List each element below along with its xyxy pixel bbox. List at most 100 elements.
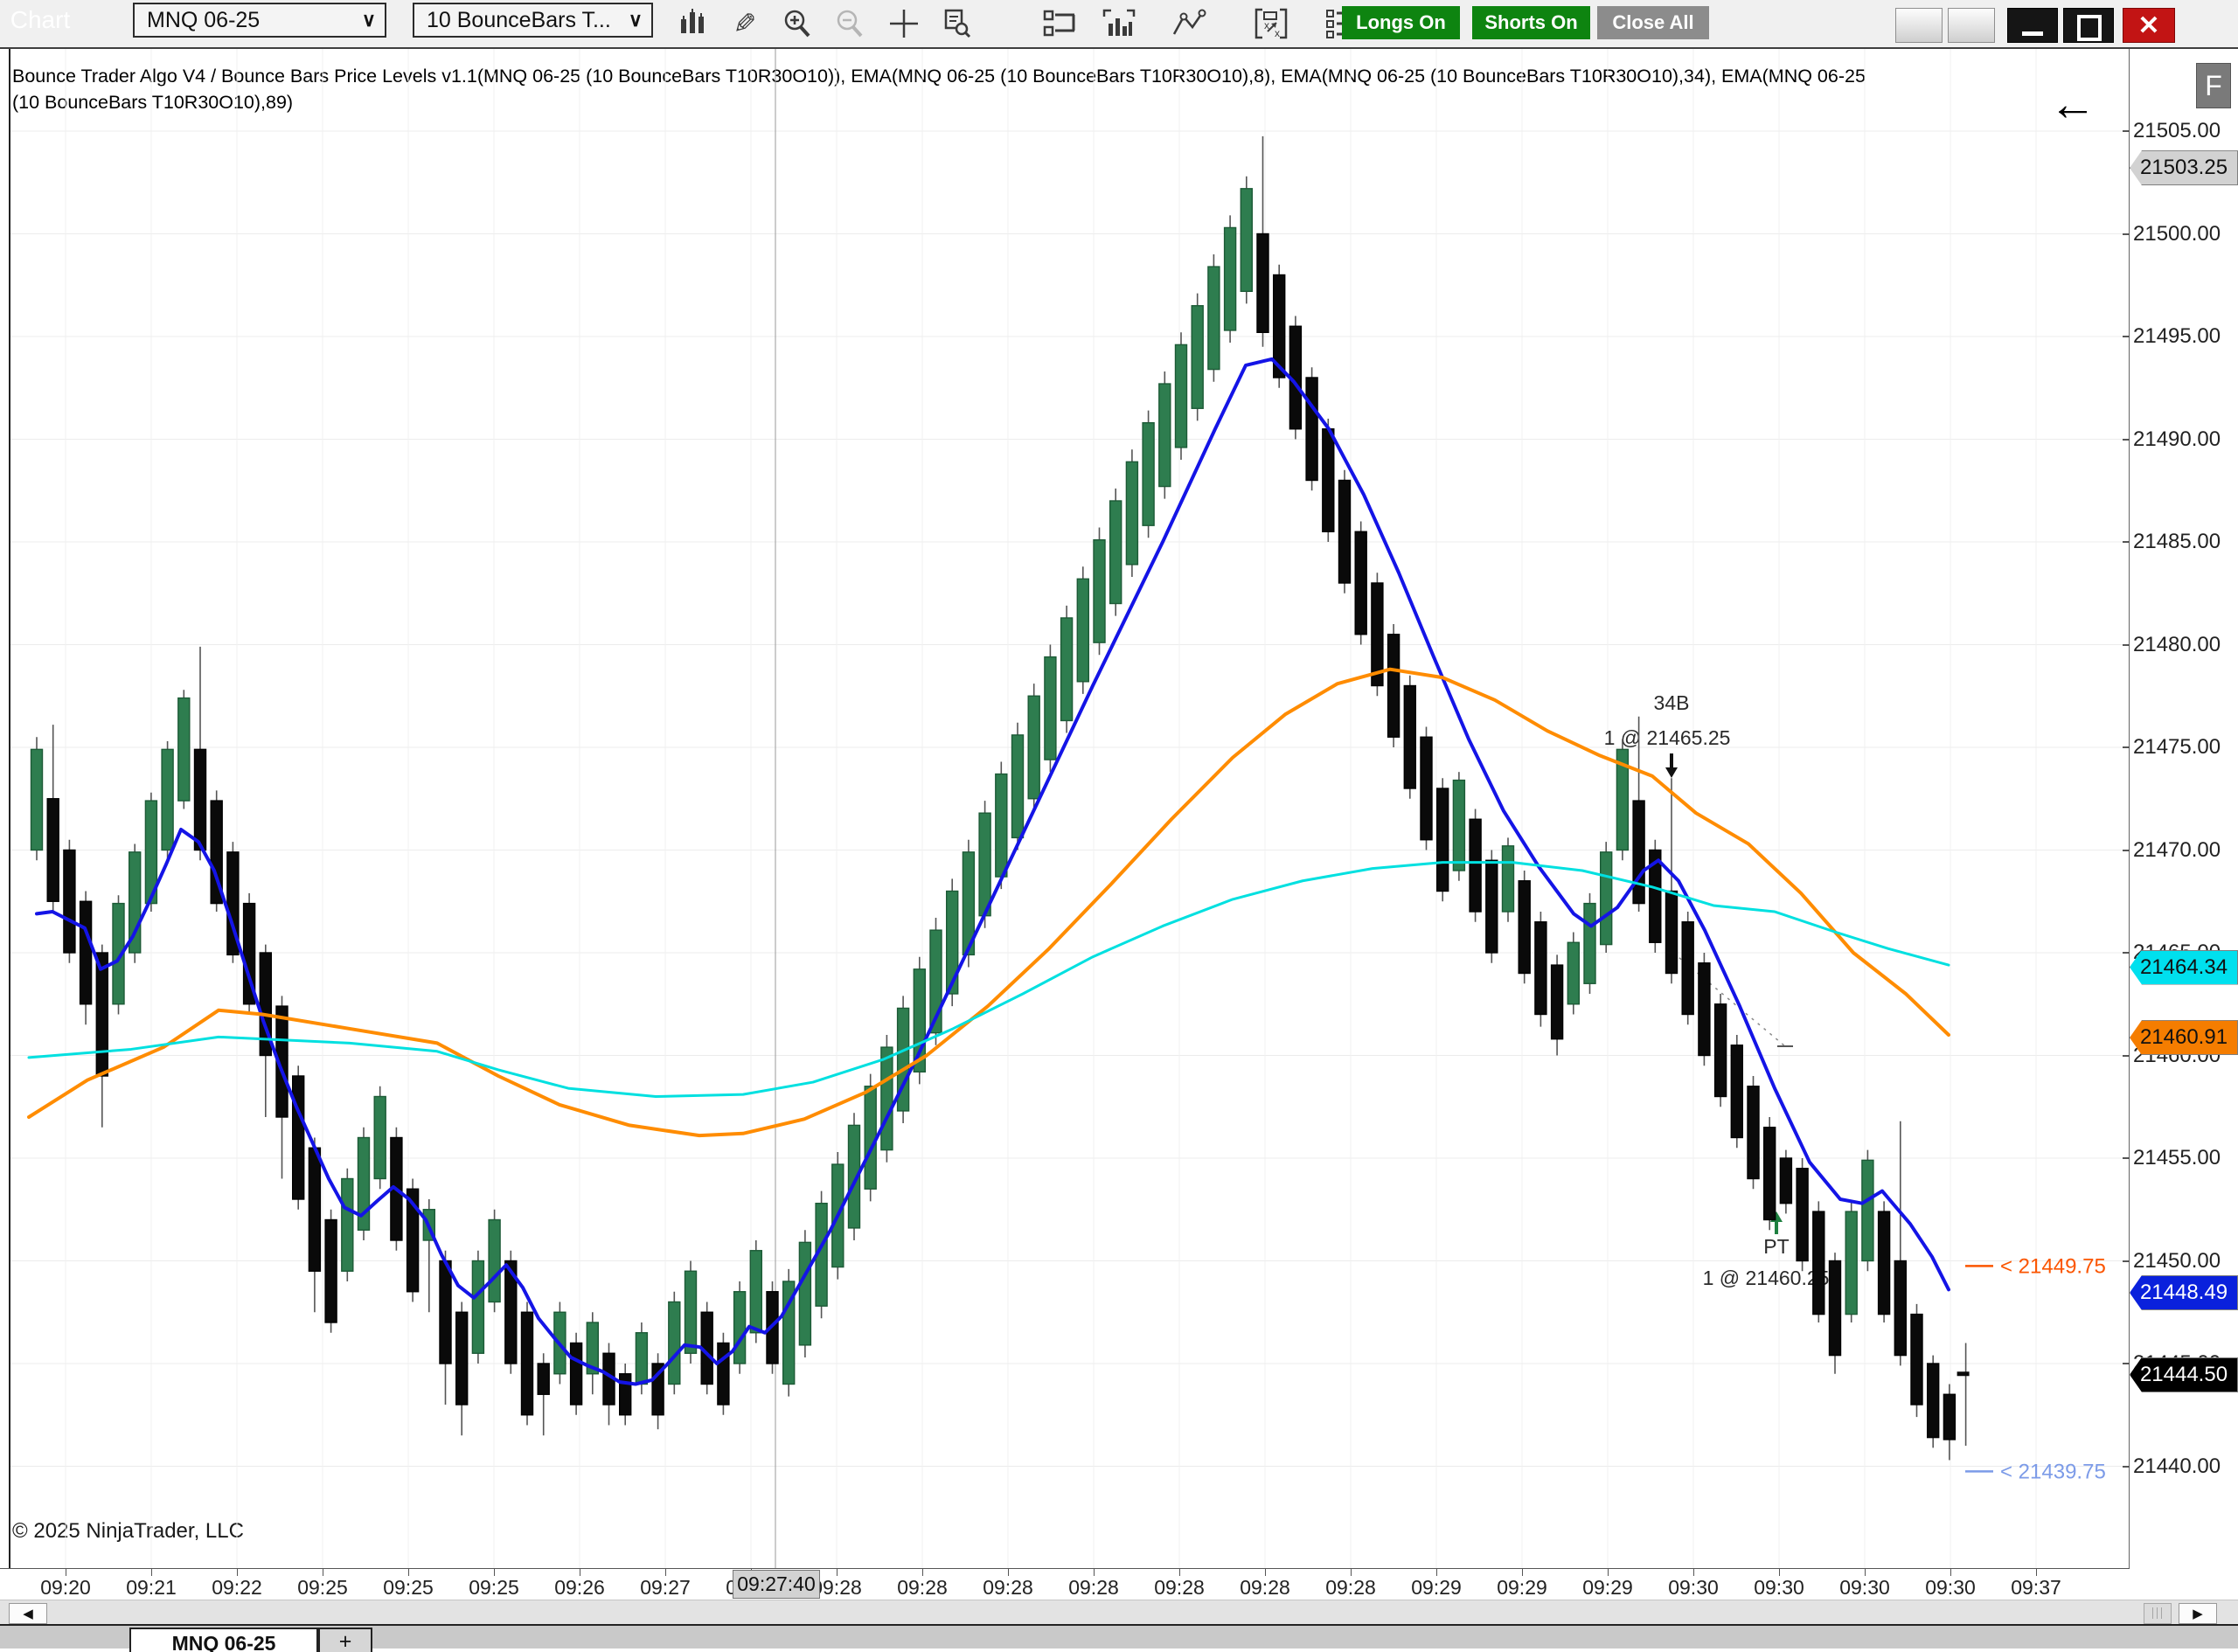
series-dropdown-value: 10 BounceBars T... (427, 8, 611, 33)
price-tag: 21503.25 (2130, 150, 2238, 185)
price-tick-label: 21485.00 (2133, 530, 2236, 554)
candle-body (1453, 781, 1464, 871)
scroll-right-icon: ▶ (2193, 1606, 2203, 1621)
time-tick-label: 09:20 (17, 1576, 114, 1600)
candle-body (1943, 1394, 1955, 1440)
time-tick-mark (1436, 1569, 1437, 1576)
time-tick-mark (494, 1569, 495, 1576)
toolbar: Chart MNQ 06-25 ∨ 10 BounceBars T... ∨ ✎… (0, 0, 2238, 47)
candle-body (489, 1220, 500, 1302)
zoom-out-icon (832, 7, 867, 40)
shorts-on-button[interactable]: Shorts On (1472, 6, 1590, 39)
time-tick-label: 09:28 (1217, 1576, 1313, 1600)
candle-body (1535, 922, 1546, 1015)
svg-text:x: x (1275, 27, 1280, 39)
time-tick-mark (1865, 1569, 1866, 1576)
candle-body (799, 1242, 810, 1345)
scrollbar-thumb[interactable] (2144, 1603, 2172, 1624)
candle-body (1306, 378, 1317, 481)
candle-body (1666, 892, 1678, 974)
chart-style-icon[interactable] (675, 7, 710, 40)
restore-button[interactable] (2063, 8, 2114, 43)
candle-body (1404, 686, 1415, 789)
candle-body (1077, 579, 1088, 682)
time-tick-mark (1351, 1569, 1352, 1576)
candle-body (1699, 963, 1710, 1056)
price-tick-mark (2123, 850, 2130, 851)
price-tick-label: 21475.00 (2133, 735, 2236, 760)
candle-body (1437, 788, 1449, 892)
candle-body (734, 1292, 746, 1364)
candle-body (195, 749, 206, 850)
level-marker-label: < 21449.75 (2000, 1254, 2106, 1278)
price-chart-canvas[interactable]: 34B1 @ 21465.25PT1 @ 21460.25< 21449.75<… (0, 49, 2238, 1568)
instrument-dropdown[interactable]: MNQ 06-25 ∨ (133, 3, 386, 38)
candle-body (1519, 881, 1530, 974)
close-all-button[interactable]: Close All (1597, 6, 1709, 39)
price-tick-mark (2123, 233, 2130, 235)
candle-body (1225, 227, 1236, 330)
tab-mnq-06-25[interactable]: MNQ 06-25 (129, 1628, 318, 1652)
candle-body (64, 850, 75, 954)
data-box-icon[interactable] (939, 7, 974, 40)
indicators-icon[interactable] (1171, 7, 1206, 40)
time-tick-mark (1950, 1569, 1951, 1576)
close-icon: ✕ (2137, 10, 2159, 41)
time-tick-mark (922, 1569, 923, 1576)
candle-body (1355, 531, 1366, 635)
candle-body (1192, 306, 1203, 409)
window-button-2[interactable] (1948, 8, 1995, 43)
time-tick-label: 09:22 (189, 1576, 285, 1600)
candle-body (1748, 1086, 1759, 1179)
candle-body (309, 1148, 320, 1271)
draw-pencil-icon[interactable]: ✎ (727, 7, 762, 40)
time-tick-label: 09:28 (1131, 1576, 1227, 1600)
candle-body (1862, 1160, 1873, 1260)
horizontal-scrollbar[interactable]: ◀ ▶ (0, 1600, 2238, 1624)
candle-body (456, 1312, 468, 1405)
chart-panel-icon[interactable] (1102, 7, 1136, 40)
candle-body (96, 953, 108, 1076)
time-tick-label: 09:30 (1902, 1576, 1998, 1600)
time-tick-mark (837, 1569, 838, 1576)
candle-body (1061, 618, 1073, 721)
candle-body (293, 1076, 304, 1199)
candle-body (325, 1220, 337, 1323)
candle-body (1830, 1261, 1841, 1356)
price-tick-mark (2123, 439, 2130, 441)
time-tick-label: 09:29 (1474, 1576, 1570, 1600)
series-dropdown[interactable]: 10 BounceBars T... ∨ (413, 3, 653, 38)
candle-body (1421, 737, 1432, 840)
time-tick-label: 09:25 (360, 1576, 456, 1600)
candle-body (80, 901, 92, 1004)
candle-body (1503, 846, 1514, 912)
strategy-icon[interactable]: xx (1254, 7, 1289, 40)
time-tick-label: 09:28 (960, 1576, 1056, 1600)
time-tick-mark (237, 1569, 238, 1576)
add-tab-button[interactable]: + (318, 1628, 372, 1652)
time-tick-mark (1693, 1569, 1694, 1576)
price-tick-mark (2123, 644, 2130, 646)
candle-body (996, 774, 1007, 878)
crosshair-icon[interactable] (886, 7, 921, 40)
time-axis[interactable]: 09:2009:2109:2209:2509:2509:2509:2609:27… (0, 1569, 2238, 1600)
time-tick-mark (1265, 1569, 1266, 1576)
candle-body (162, 749, 173, 850)
minimize-button[interactable] (2007, 8, 2058, 43)
panels-icon[interactable] (1042, 7, 1077, 40)
candle-body (1894, 1261, 1906, 1356)
time-tick-label: 09:26 (532, 1576, 628, 1600)
candle-body (1110, 501, 1122, 604)
price-tag: 21460.91 (2130, 1020, 2238, 1055)
window-button-1[interactable] (1895, 8, 1943, 43)
entry-signal-label: 34B (1654, 691, 1690, 714)
close-button[interactable]: ✕ (2123, 8, 2175, 43)
zoom-in-icon[interactable] (780, 7, 815, 40)
scroll-left-button[interactable]: ◀ (9, 1603, 47, 1624)
candle-body (1126, 462, 1137, 565)
price-tick-label: 21440.00 (2133, 1454, 2236, 1479)
longs-on-button[interactable]: Longs On (1342, 6, 1460, 39)
candle-body (979, 813, 990, 915)
scroll-right-button[interactable]: ▶ (2179, 1603, 2217, 1624)
candle-body (1470, 819, 1481, 912)
